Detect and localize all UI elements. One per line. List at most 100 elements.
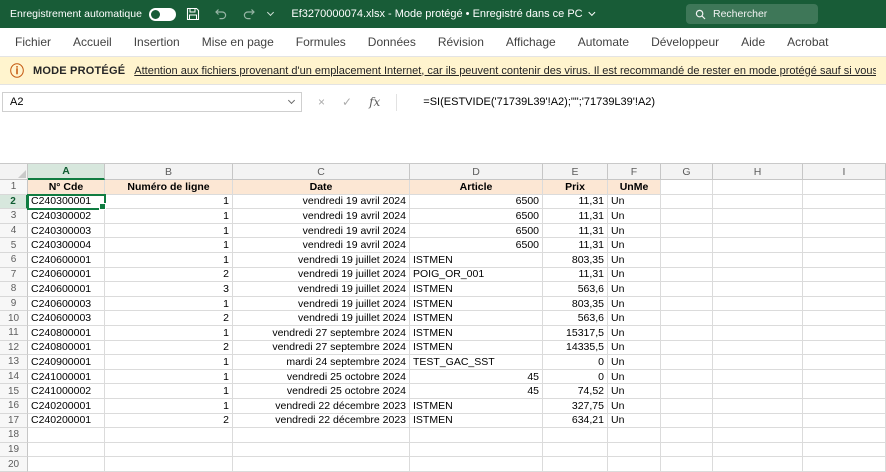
cell-C6[interactable]: vendredi 19 juillet 2024 [233, 253, 410, 268]
cell-F10[interactable]: Un [608, 311, 661, 326]
row-header-20[interactable]: 20 [0, 457, 28, 472]
column-header-B[interactable]: B [105, 164, 233, 180]
cell-I18[interactable] [803, 428, 886, 443]
cell-H3[interactable] [713, 209, 803, 224]
search-box[interactable]: Rechercher [686, 4, 818, 24]
cell-E10[interactable]: 563,6 [543, 311, 608, 326]
cell-A13[interactable]: C240900001 [28, 355, 105, 370]
cell-F15[interactable]: Un [608, 384, 661, 399]
cell-B5[interactable]: 1 [105, 238, 233, 253]
cell-B3[interactable]: 1 [105, 209, 233, 224]
cell-H13[interactable] [713, 355, 803, 370]
row-header-2[interactable]: 2 [0, 195, 28, 210]
row-header-18[interactable]: 18 [0, 428, 28, 443]
cell-G15[interactable] [661, 384, 713, 399]
cell-C11[interactable]: vendredi 27 septembre 2024 [233, 326, 410, 341]
column-header-F[interactable]: F [608, 164, 661, 180]
cell-C9[interactable]: vendredi 19 juillet 2024 [233, 297, 410, 312]
cell-G18[interactable] [661, 428, 713, 443]
cell-G14[interactable] [661, 370, 713, 385]
cell-H16[interactable] [713, 399, 803, 414]
cell-I10[interactable] [803, 311, 886, 326]
insert-function-icon[interactable]: fx [369, 95, 380, 109]
cell-C8[interactable]: vendredi 19 juillet 2024 [233, 282, 410, 297]
cell-G9[interactable] [661, 297, 713, 312]
cell-F4[interactable]: Un [608, 224, 661, 239]
cell-G19[interactable] [661, 443, 713, 458]
name-box[interactable]: A2 [2, 92, 302, 112]
cell-E13[interactable]: 0 [543, 355, 608, 370]
cell-C15[interactable]: vendredi 25 octobre 2024 [233, 384, 410, 399]
row-header-4[interactable]: 4 [0, 224, 28, 239]
cell-D10[interactable]: ISTMEN [410, 311, 543, 326]
cell-G17[interactable] [661, 414, 713, 429]
cell-H7[interactable] [713, 268, 803, 283]
cell-F13[interactable]: Un [608, 355, 661, 370]
cell-I19[interactable] [803, 443, 886, 458]
cell-I17[interactable] [803, 414, 886, 429]
tab-donnees[interactable]: Données [357, 28, 427, 56]
row-header-8[interactable]: 8 [0, 282, 28, 297]
cell-D13[interactable]: TEST_GAC_SST [410, 355, 543, 370]
cell-E20[interactable] [543, 457, 608, 472]
name-box-chevron-icon[interactable] [288, 97, 295, 104]
cell-E11[interactable]: 15317,5 [543, 326, 608, 341]
cell-E18[interactable] [543, 428, 608, 443]
cell-C4[interactable]: vendredi 19 avril 2024 [233, 224, 410, 239]
cell-E2[interactable]: 11,31 [543, 195, 608, 210]
cell-H19[interactable] [713, 443, 803, 458]
cell-E5[interactable]: 11,31 [543, 238, 608, 253]
cell-I20[interactable] [803, 457, 886, 472]
cell-G12[interactable] [661, 341, 713, 356]
cell-A20[interactable] [28, 457, 105, 472]
cell-G6[interactable] [661, 253, 713, 268]
cell-G5[interactable] [661, 238, 713, 253]
tab-automate[interactable]: Automate [567, 28, 640, 56]
cell-B11[interactable]: 1 [105, 326, 233, 341]
cell-H15[interactable] [713, 384, 803, 399]
row-header-19[interactable]: 19 [0, 443, 28, 458]
cell-C3[interactable]: vendredi 19 avril 2024 [233, 209, 410, 224]
cell-C10[interactable]: vendredi 19 juillet 2024 [233, 311, 410, 326]
tab-accueil[interactable]: Accueil [62, 28, 123, 56]
cell-I16[interactable] [803, 399, 886, 414]
cell-A17[interactable]: C240200001 [28, 414, 105, 429]
tab-insertion[interactable]: Insertion [123, 28, 191, 56]
cell-I11[interactable] [803, 326, 886, 341]
cell-B20[interactable] [105, 457, 233, 472]
cell-G3[interactable] [661, 209, 713, 224]
cell-F16[interactable]: Un [608, 399, 661, 414]
cell-D3[interactable]: 6500 [410, 209, 543, 224]
cell-D1[interactable]: Article [410, 180, 543, 195]
cell-A9[interactable]: C240600003 [28, 297, 105, 312]
cell-A5[interactable]: C240300004 [28, 238, 105, 253]
cell-C14[interactable]: vendredi 25 octobre 2024 [233, 370, 410, 385]
row-header-7[interactable]: 7 [0, 268, 28, 283]
column-header-D[interactable]: D [410, 164, 543, 180]
cell-B16[interactable]: 1 [105, 399, 233, 414]
quick-access-chevron-icon[interactable] [267, 9, 274, 16]
cell-F19[interactable] [608, 443, 661, 458]
cell-A19[interactable] [28, 443, 105, 458]
cell-H18[interactable] [713, 428, 803, 443]
cell-F11[interactable]: Un [608, 326, 661, 341]
cell-E1[interactable]: Prix [543, 180, 608, 195]
cell-F12[interactable]: Un [608, 341, 661, 356]
cell-I7[interactable] [803, 268, 886, 283]
cell-D19[interactable] [410, 443, 543, 458]
cell-G8[interactable] [661, 282, 713, 297]
cell-B14[interactable]: 1 [105, 370, 233, 385]
cell-E8[interactable]: 563,6 [543, 282, 608, 297]
cell-F8[interactable]: Un [608, 282, 661, 297]
cell-C1[interactable]: Date [233, 180, 410, 195]
cell-H4[interactable] [713, 224, 803, 239]
cell-A4[interactable]: C240300003 [28, 224, 105, 239]
cell-D6[interactable]: ISTMEN [410, 253, 543, 268]
save-icon[interactable] [182, 3, 204, 25]
cell-D4[interactable]: 6500 [410, 224, 543, 239]
cell-H12[interactable] [713, 341, 803, 356]
column-header-G[interactable]: G [661, 164, 713, 180]
cell-C2[interactable]: vendredi 19 avril 2024 [233, 195, 410, 210]
cell-F3[interactable]: Un [608, 209, 661, 224]
cell-B15[interactable]: 1 [105, 384, 233, 399]
